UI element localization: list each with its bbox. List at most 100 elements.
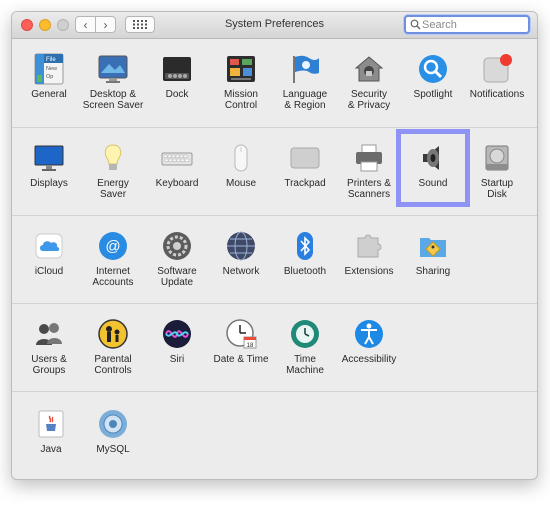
pref-extensions[interactable]: Extensions xyxy=(334,222,404,300)
pref-label: Printers & Scanners xyxy=(347,178,391,200)
pref-label: Users & Groups xyxy=(31,354,67,376)
pref-date-time[interactable]: 18 Date & Time xyxy=(206,310,276,388)
pref-dock[interactable]: Dock xyxy=(142,45,212,123)
mouse-icon xyxy=(234,144,248,172)
section-system: Users & Groups Parental Controls Siri 18… xyxy=(12,304,537,392)
pref-label: Java xyxy=(40,444,62,455)
pref-general[interactable]: File New Op General xyxy=(14,45,84,123)
general-icon: File New Op xyxy=(34,53,64,85)
pref-notifications[interactable]: Notifications xyxy=(462,45,532,123)
pref-label: Time Machine xyxy=(286,354,324,376)
time-machine-icon xyxy=(291,320,319,348)
folder-sign-icon xyxy=(420,238,446,257)
pref-energy-saver[interactable]: Energy Saver xyxy=(78,134,148,212)
pref-mysql[interactable]: MySQL xyxy=(78,400,148,478)
pref-displays[interactable]: Displays xyxy=(14,134,84,212)
mysql-icon xyxy=(99,410,127,438)
pref-label: Mission Control xyxy=(224,89,258,111)
pref-bluetooth[interactable]: Bluetooth xyxy=(270,222,340,300)
pref-siri[interactable]: Siri xyxy=(142,310,212,388)
users-icon xyxy=(36,323,62,345)
pref-sharing[interactable]: Sharing xyxy=(398,222,468,300)
pref-label: Parental Controls xyxy=(94,354,132,376)
pref-label: General xyxy=(31,89,67,100)
system-preferences-window: ‹ › System Preferences Search File New O… xyxy=(11,11,538,480)
java-icon xyxy=(38,410,64,438)
svg-text:18: 18 xyxy=(247,343,254,349)
pref-accessibility[interactable]: Accessibility xyxy=(334,310,404,388)
pref-java[interactable]: Java xyxy=(16,400,86,478)
pref-network[interactable]: Network xyxy=(206,222,276,300)
gear-icon xyxy=(163,232,191,260)
pref-mission-control[interactable]: Mission Control xyxy=(206,45,276,123)
pref-label: Sharing xyxy=(415,266,451,277)
back-button[interactable]: ‹ xyxy=(75,16,96,33)
pref-startup-disk[interactable]: Startup Disk xyxy=(462,134,532,212)
pref-label: Keyboard xyxy=(155,178,199,189)
pref-label: Extensions xyxy=(344,266,394,277)
at-sign-icon: @ xyxy=(99,232,127,260)
show-all-button[interactable] xyxy=(125,16,155,33)
pref-users-groups[interactable]: Users & Groups xyxy=(14,310,84,388)
pref-security-privacy[interactable]: Security & Privacy xyxy=(334,45,404,123)
svg-text:@: @ xyxy=(105,238,120,255)
window-title: System Preferences xyxy=(224,18,325,30)
pref-spotlight[interactable]: Spotlight xyxy=(398,45,468,123)
pref-label: Security & Privacy xyxy=(347,89,391,111)
minimize-button[interactable] xyxy=(39,19,51,31)
pref-software-update[interactable]: Software Update xyxy=(142,222,212,300)
hard-disk-icon xyxy=(485,145,509,171)
globe-icon xyxy=(227,231,255,261)
accessibility-icon xyxy=(355,320,383,348)
pref-label: Bluetooth xyxy=(283,266,327,277)
flag-icon xyxy=(293,55,319,83)
pref-sound[interactable]: Sound xyxy=(398,134,468,212)
pref-printers-scanners[interactable]: Printers & Scanners xyxy=(334,134,404,212)
pref-time-machine[interactable]: Time Machine xyxy=(270,310,340,388)
magnifier-icon xyxy=(419,55,447,83)
pref-label: Network xyxy=(222,266,260,277)
keyboard-icon xyxy=(161,152,193,166)
dock-icon xyxy=(163,57,191,81)
pref-label: Desktop & Screen Saver xyxy=(82,89,144,111)
trackpad-icon xyxy=(290,147,320,169)
zoom-button[interactable] xyxy=(57,19,69,31)
section-personal: File New Op General Desktop & Screen Sav… xyxy=(12,39,537,128)
pref-label: iCloud xyxy=(34,266,64,277)
pref-desktop[interactable]: Desktop & Screen Saver xyxy=(78,45,148,123)
pref-internet-accounts[interactable]: @ Internet Accounts xyxy=(78,222,148,300)
pref-label: MySQL xyxy=(96,444,130,455)
lightbulb-icon xyxy=(104,144,122,170)
chevron-left-icon: ‹ xyxy=(83,17,88,32)
search-icon xyxy=(410,19,421,30)
svg-text:File: File xyxy=(46,57,56,63)
pref-label: Displays xyxy=(30,178,68,189)
svg-text:New: New xyxy=(46,66,57,72)
pref-keyboard[interactable]: Keyboard xyxy=(142,134,212,212)
pref-trackpad[interactable]: Trackpad xyxy=(270,134,340,212)
notifications-icon xyxy=(483,54,512,83)
parental-icon xyxy=(98,319,128,349)
search-field[interactable] xyxy=(404,15,530,34)
section-internet-wireless: iCloud @ Internet Accounts Software Upda… xyxy=(12,216,537,304)
forward-button[interactable]: › xyxy=(95,16,116,33)
puzzle-icon xyxy=(357,234,382,258)
pref-icloud[interactable]: iCloud xyxy=(14,222,84,300)
monitor-icon xyxy=(34,145,64,171)
pref-label: Language & Region xyxy=(282,89,328,111)
search-input[interactable] xyxy=(422,18,526,32)
close-button[interactable] xyxy=(21,19,33,31)
pref-label: Software Update xyxy=(157,266,197,288)
siri-icon xyxy=(163,320,191,348)
pref-mouse[interactable]: Mouse xyxy=(206,134,276,212)
pref-language-region[interactable]: Language & Region xyxy=(270,45,340,123)
pref-label: Dock xyxy=(165,89,189,100)
pref-label: Internet Accounts xyxy=(92,266,134,288)
pref-label: Siri xyxy=(169,354,185,365)
pref-label: Startup Disk xyxy=(480,178,514,200)
bluetooth-icon xyxy=(297,232,313,260)
pref-parental-controls[interactable]: Parental Controls xyxy=(78,310,148,388)
title-bar: ‹ › System Preferences xyxy=(12,12,537,39)
pref-label: Spotlight xyxy=(413,89,453,100)
pref-label: Date & Time xyxy=(213,354,269,365)
